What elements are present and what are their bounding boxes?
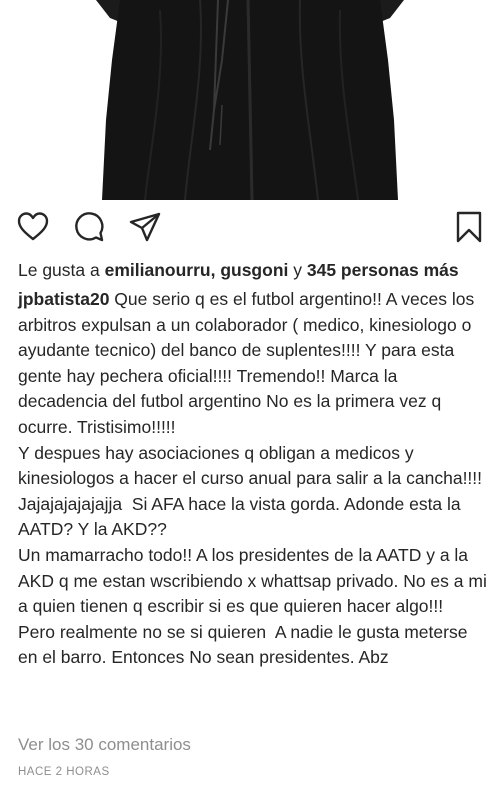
bookmark-icon[interactable] [452,210,486,244]
share-icon[interactable] [128,210,162,244]
view-comments-link[interactable]: Ver los 30 comentarios [18,735,191,755]
likes-summary[interactable]: Le gusta a emilianourru, gusgoni y 345 p… [18,258,488,282]
liked-by-users[interactable]: emilianourru, gusgoni [105,260,289,280]
likes-prefix: Le gusta a [18,260,105,280]
likes-others-count[interactable]: 345 personas más [307,260,459,280]
post-image[interactable] [0,0,500,200]
caption-text: Que serio q es el futbol argentino!! A v… [18,289,487,668]
caption-username[interactable]: jpbatista20 [18,289,109,309]
likes-connector: y [288,260,307,280]
post-actions-bar [0,200,500,252]
comment-icon[interactable] [72,210,106,244]
post-caption: jpbatista20 Que serio q es el futbol arg… [18,287,488,671]
post-timestamp: HACE 2 HORAS [18,766,110,778]
heart-icon[interactable] [16,210,50,244]
